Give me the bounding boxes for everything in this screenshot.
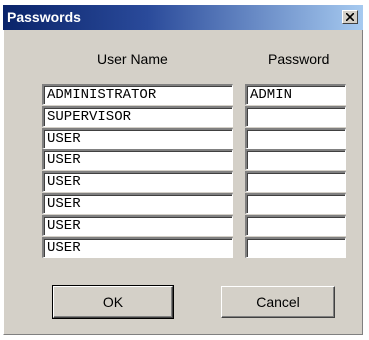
password-field[interactable] [245, 128, 346, 149]
window-title: Passwords [7, 9, 81, 25]
password-field[interactable] [245, 106, 346, 127]
user-name-field[interactable]: USER [42, 237, 233, 258]
title-bar: Passwords [3, 5, 363, 30]
user-name-field[interactable]: ADMINISTRATOR [42, 84, 233, 105]
password-field[interactable]: ADMIN [245, 84, 346, 105]
password-field[interactable] [245, 193, 346, 214]
user-name-header: User Name [97, 51, 168, 67]
user-name-field[interactable]: SUPERVISOR [42, 106, 233, 127]
ok-button[interactable]: OK [52, 285, 174, 319]
user-name-field[interactable]: USER [42, 149, 233, 170]
user-name-field[interactable]: USER [42, 193, 233, 214]
password-field[interactable] [245, 215, 346, 236]
close-button[interactable] [342, 10, 358, 24]
cancel-button[interactable]: Cancel [221, 286, 335, 318]
password-header: Password [268, 51, 330, 67]
password-field[interactable] [245, 237, 346, 258]
user-name-field[interactable]: USER [42, 128, 233, 149]
user-name-field[interactable]: USER [42, 215, 233, 236]
password-field[interactable] [245, 149, 346, 170]
close-icon [345, 8, 355, 26]
password-field[interactable] [245, 171, 346, 192]
user-name-field[interactable]: USER [42, 171, 233, 192]
